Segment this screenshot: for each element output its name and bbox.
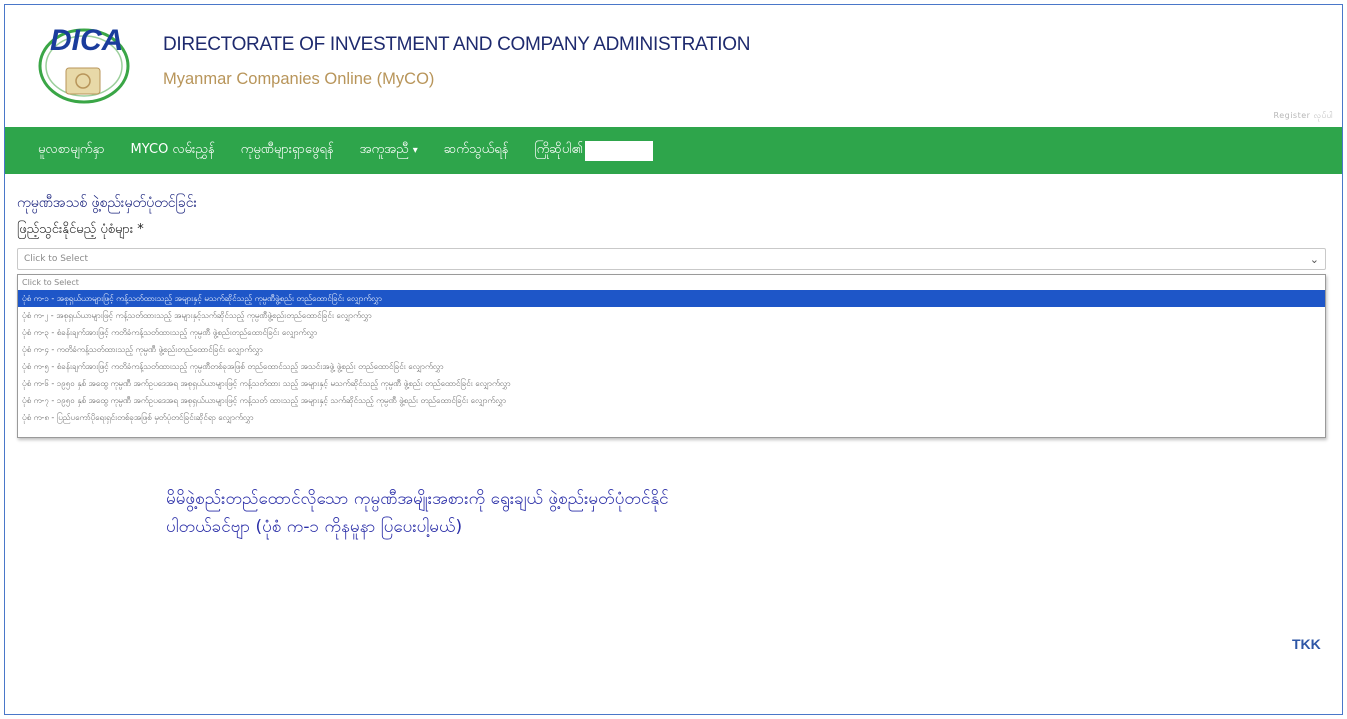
chevron-down-icon: ▾: [412, 145, 418, 156]
form-type-dropdown: Click to Select ပုံစံ က-၁ - အစုရှယ်ယာမျာ…: [17, 274, 1326, 438]
dropdown-option-form-ka-1[interactable]: ပုံစံ က-၁ - အစုရှယ်ယာများဖြင့် ကန့်သတ်ထာ…: [18, 290, 1325, 307]
dropdown-option-placeholder[interactable]: Click to Select: [18, 275, 1325, 290]
register-link[interactable]: Register လုပ်ပါ: [1274, 110, 1334, 122]
nav-contact-label: ဆက်သွယ်ရန်: [443, 142, 509, 157]
nav-company-search[interactable]: ကုမ္ပဏီများရှာဖွေရန်: [228, 141, 347, 160]
instruction-note-line-2: ပါတယ်ခင်ဗျာ (ပုံစံ က-၁ ကိုနမူနာ ပြပေးပါ့…: [166, 517, 463, 537]
site-subtitle: Myanmar Companies Online (MyCO): [163, 70, 435, 88]
svg-text:DICA: DICA: [50, 24, 123, 57]
nav-help[interactable]: အကူအညီ ▾: [347, 141, 431, 160]
nav-myco-guide[interactable]: MYCO လမ်းညွှန်: [118, 141, 228, 160]
nav-home-label: မူလစာမျက်နှာ: [38, 142, 105, 157]
instruction-note-line-1: မိမိဖွဲ့စည်းတည်ထောင်လိုသော ကုမ္ပဏီအမျိုး…: [166, 489, 669, 509]
dropdown-option-form-ka-7[interactable]: ပုံစံ က-၇ - ၁၉၅၀ နှစ် အထွေ ကုမ္ပဏီ အက်ဥပ…: [18, 392, 1325, 409]
dropdown-option-form-ka-5[interactable]: ပုံစံ က-၅ - စံခန်းချက်အားဖြင့် ကတိခံကန့်…: [18, 358, 1325, 375]
main-navbar: မူလစာမျက်နှာ MYCO လမ်းညွှန် ကုမ္ပဏီများရ…: [5, 127, 1342, 174]
dropdown-option-form-ka-8[interactable]: ပုံစံ က-၈ - ပြည်ပကော်ပိုရေးရှင်းတစ်ခုအဖြ…: [18, 409, 1325, 426]
dropdown-option-form-ka-6[interactable]: ပုံစံ က-၆ - ၁၉၅၀ နှစ် အထွေ ကုမ္ပဏီ အက်ဥပ…: [18, 375, 1325, 392]
redacted-username: [585, 140, 654, 161]
nav-myco-guide-label: MYCO လမ်းညွှန်: [130, 142, 215, 157]
select-value: Click to Select: [24, 254, 88, 264]
dropdown-option-form-ka-4[interactable]: ပုံစံ က-၄ - ကတိခံကန့်သတ်ထားသည့် ကုမ္ပဏီ …: [18, 341, 1325, 358]
nav-company-search-label: ကုမ္ပဏီများရှာဖွေရန်: [240, 142, 334, 157]
form-type-select[interactable]: Click to Select ⌄: [17, 248, 1326, 270]
dropdown-option-form-ka-3[interactable]: ပုံစံ က-၃ - စံခန်းချက်အားဖြင့် ကတိခံကန့်…: [18, 324, 1325, 341]
nav-help-label: အကူအညီ: [359, 142, 409, 157]
chevron-down-icon: ⌄: [1309, 252, 1319, 266]
nav-contact[interactable]: ဆက်သွယ်ရန်: [431, 141, 522, 160]
page-title: ကုမ္ပဏီအသစ် ဖွဲ့စည်းမှတ်ပုံတင်ခြင်း: [17, 195, 198, 211]
site-header: DICA DIRECTORATE OF INVESTMENT AND COMPA…: [36, 14, 936, 104]
instruction-note: မိမိဖွဲ့စည်းတည်ထောင်လိုသော ကုမ္ပဏီအမျိုး…: [166, 485, 886, 541]
nav-welcome-label: ကြိုဆိုပါ၏: [534, 142, 584, 157]
dica-logo[interactable]: DICA: [36, 16, 158, 108]
nav-home[interactable]: မူလစာမျက်နှာ: [25, 141, 118, 160]
nav-user-welcome[interactable]: ကြိုဆိုပါ၏: [521, 140, 666, 161]
dropdown-option-form-ka-2[interactable]: ပုံစံ က-၂ - အစုရှယ်ယာများဖြင့် ကန့်သတ်ထာ…: [18, 307, 1325, 324]
form-type-label: ဖြည့်သွင်းနိုင်မည့် ပုံစံများ *: [17, 222, 144, 237]
site-title: DIRECTORATE OF INVESTMENT AND COMPANY AD…: [163, 34, 751, 55]
author-signature: TKK: [1292, 636, 1321, 652]
